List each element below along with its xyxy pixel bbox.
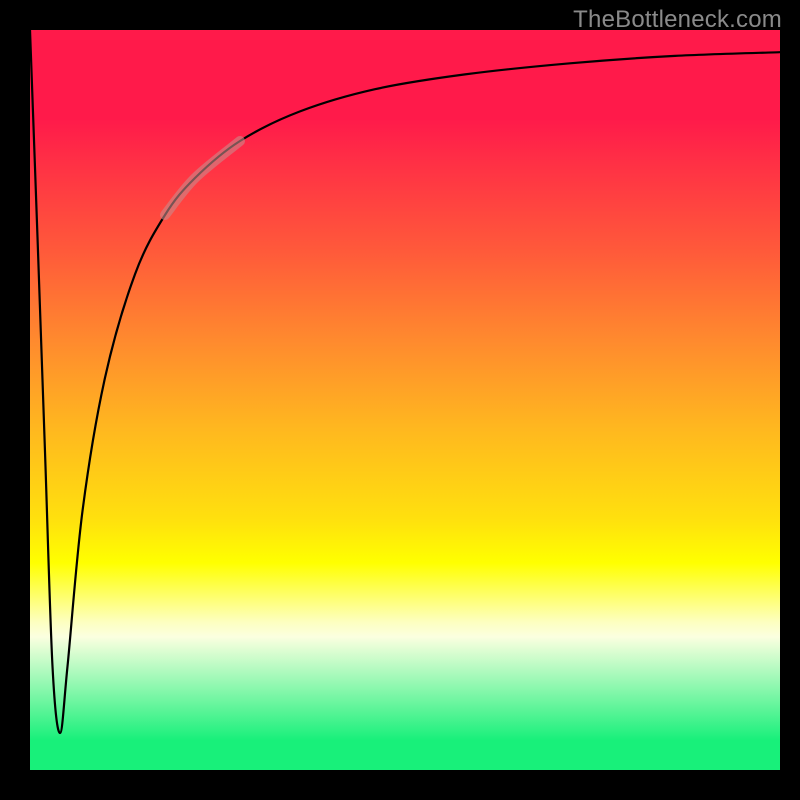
chart-container: TheBottleneck.com: [0, 0, 800, 800]
watermark-text: TheBottleneck.com: [573, 6, 782, 34]
plot-background-gradient: [30, 30, 780, 770]
